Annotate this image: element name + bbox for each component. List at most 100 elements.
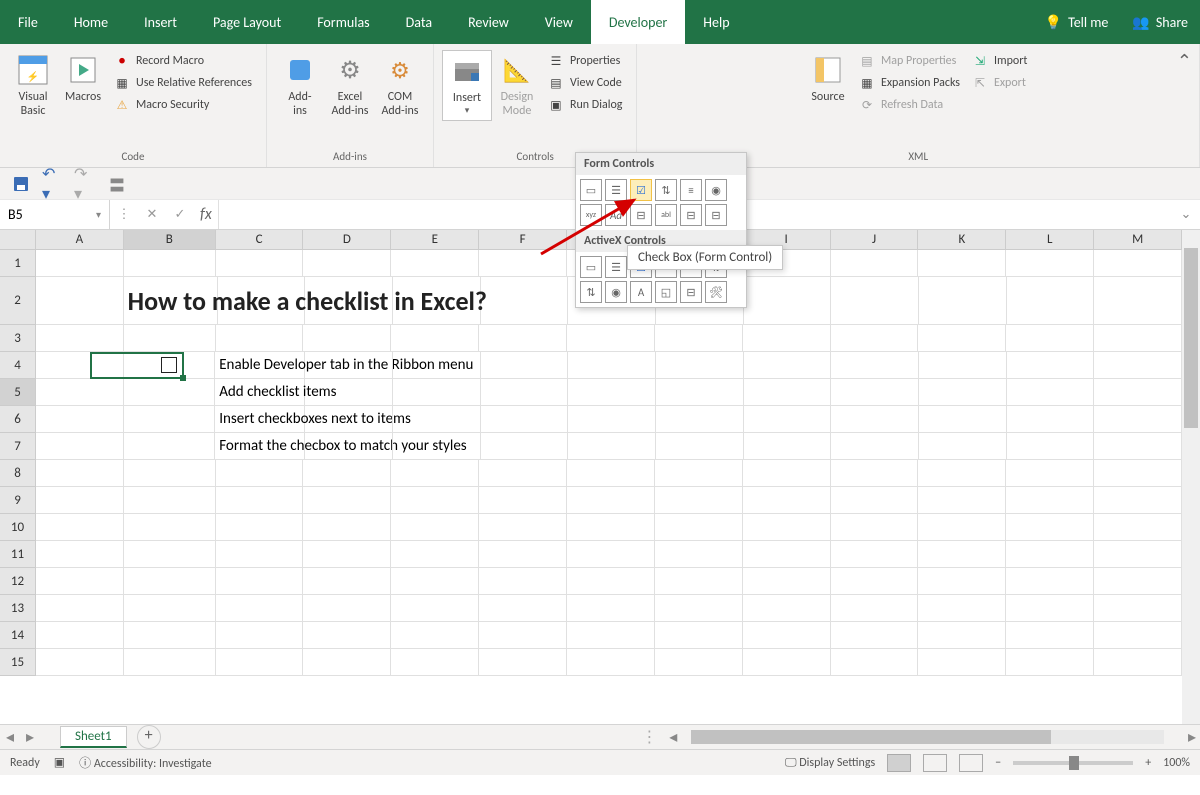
zoom-out-button[interactable]: −	[995, 756, 1001, 770]
cell-E9[interactable]	[391, 487, 479, 514]
add-sheet-button[interactable]: +	[137, 725, 161, 749]
cell-M4[interactable]	[1094, 352, 1182, 379]
activex-spinner-control[interactable]: ⇅	[580, 281, 602, 303]
col-header-F[interactable]: F	[479, 230, 567, 250]
cell-B5[interactable]	[124, 379, 216, 406]
form-spinner-control[interactable]: ⇅	[655, 179, 677, 201]
cell-H4[interactable]	[656, 352, 744, 379]
xml-source-button[interactable]: Source	[803, 50, 853, 108]
normal-view-button[interactable]	[887, 754, 911, 772]
tab-file[interactable]: File	[0, 0, 56, 44]
cell-A10[interactable]	[36, 514, 124, 541]
cell-C11[interactable]	[216, 541, 304, 568]
form-combo-dropdown-control[interactable]: ⊟	[705, 204, 727, 226]
fx-label[interactable]: fx	[194, 205, 218, 224]
cell-M3[interactable]	[1094, 325, 1182, 352]
tell-me[interactable]: 💡Tell me	[1033, 0, 1121, 44]
cell-C15[interactable]	[216, 649, 304, 676]
row-header-6[interactable]: 6	[0, 406, 36, 433]
cell-C13[interactable]	[216, 595, 304, 622]
cell-D12[interactable]	[303, 568, 391, 595]
cell-E10[interactable]	[391, 514, 479, 541]
cell-G10[interactable]	[567, 514, 655, 541]
cell-J13[interactable]	[831, 595, 919, 622]
cell-D3[interactable]	[303, 325, 391, 352]
cell-H6[interactable]	[656, 406, 744, 433]
visual-basic-button[interactable]: ⚡ Visual Basic	[8, 50, 58, 122]
cell-A13[interactable]	[36, 595, 124, 622]
vertical-scroll-thumb[interactable]	[1184, 248, 1198, 428]
cell-K5[interactable]	[919, 379, 1007, 406]
cell-H12[interactable]	[655, 568, 743, 595]
cell-D13[interactable]	[303, 595, 391, 622]
cell-G4[interactable]	[568, 352, 656, 379]
tab-data[interactable]: Data	[388, 0, 450, 44]
row-header-10[interactable]: 10	[0, 514, 36, 541]
col-header-J[interactable]: J	[831, 230, 919, 250]
cell-L8[interactable]	[1006, 460, 1094, 487]
cell-I5[interactable]	[744, 379, 832, 406]
tab-page-layout[interactable]: Page Layout	[195, 0, 299, 44]
cell-A14[interactable]	[36, 622, 124, 649]
cells-area[interactable]: How to make a checklist in Excel?Enable …	[36, 250, 1182, 724]
cell-E14[interactable]	[391, 622, 479, 649]
cell-K13[interactable]	[918, 595, 1006, 622]
cell-M8[interactable]	[1094, 460, 1182, 487]
cell-J11[interactable]	[831, 541, 919, 568]
tab-insert[interactable]: Insert	[126, 0, 195, 44]
cell-F10[interactable]	[479, 514, 567, 541]
col-header-E[interactable]: E	[391, 230, 479, 250]
cell-L6[interactable]	[1007, 406, 1095, 433]
cell-A7[interactable]	[36, 433, 124, 460]
col-header-K[interactable]: K	[918, 230, 1006, 250]
xml-import-button[interactable]: ⇲Import	[966, 50, 1033, 72]
cell-J1[interactable]	[831, 250, 919, 277]
cell-M10[interactable]	[1094, 514, 1182, 541]
cell-E6[interactable]	[393, 406, 481, 433]
cell-D15[interactable]	[303, 649, 391, 676]
cell-L7[interactable]	[1007, 433, 1095, 460]
expansion-packs-button[interactable]: ▦Expansion Packs	[853, 72, 966, 94]
cell-H10[interactable]	[655, 514, 743, 541]
enter-formula-button[interactable]: ✓	[166, 207, 194, 222]
excel-addins-button[interactable]: ⚙Excel Add-ins	[325, 50, 375, 122]
cell-D14[interactable]	[303, 622, 391, 649]
cell-D8[interactable]	[303, 460, 391, 487]
cell-B11[interactable]	[124, 541, 216, 568]
cell-M11[interactable]	[1094, 541, 1182, 568]
cell-J4[interactable]	[831, 352, 919, 379]
name-box[interactable]: B5▾	[0, 200, 110, 229]
cell-F13[interactable]	[479, 595, 567, 622]
cell-G7[interactable]	[568, 433, 656, 460]
cell-L10[interactable]	[1006, 514, 1094, 541]
row-header-11[interactable]: 11	[0, 541, 36, 568]
cell-L12[interactable]	[1006, 568, 1094, 595]
cell-D11[interactable]	[303, 541, 391, 568]
tab-home[interactable]: Home	[56, 0, 126, 44]
cell-L13[interactable]	[1006, 595, 1094, 622]
cell-B13[interactable]	[124, 595, 216, 622]
cell-H3[interactable]	[655, 325, 743, 352]
macro-record-status-icon[interactable]: ▣	[54, 755, 65, 770]
share-button[interactable]: 👥Share	[1120, 0, 1200, 44]
cell-K15[interactable]	[918, 649, 1006, 676]
cell-I15[interactable]	[743, 649, 831, 676]
refresh-data-button[interactable]: ⟳Refresh Data	[853, 94, 966, 116]
vertical-scrollbar[interactable]	[1182, 230, 1200, 724]
cell-C12[interactable]	[216, 568, 304, 595]
cell-E3[interactable]	[391, 325, 479, 352]
cell-L5[interactable]	[1007, 379, 1095, 406]
tab-splitter[interactable]: ⋮	[633, 727, 665, 747]
cell-C10[interactable]	[216, 514, 304, 541]
cell-L9[interactable]	[1006, 487, 1094, 514]
row-header-14[interactable]: 14	[0, 622, 36, 649]
cell-F12[interactable]	[479, 568, 567, 595]
cell-G9[interactable]	[567, 487, 655, 514]
cell-K10[interactable]	[918, 514, 1006, 541]
cell-K12[interactable]	[918, 568, 1006, 595]
row-header-7[interactable]: 7	[0, 433, 36, 460]
cell-J14[interactable]	[831, 622, 919, 649]
cell-I14[interactable]	[743, 622, 831, 649]
cancel-formula-button[interactable]: ✕	[138, 207, 166, 222]
cell-A4[interactable]	[36, 352, 124, 379]
